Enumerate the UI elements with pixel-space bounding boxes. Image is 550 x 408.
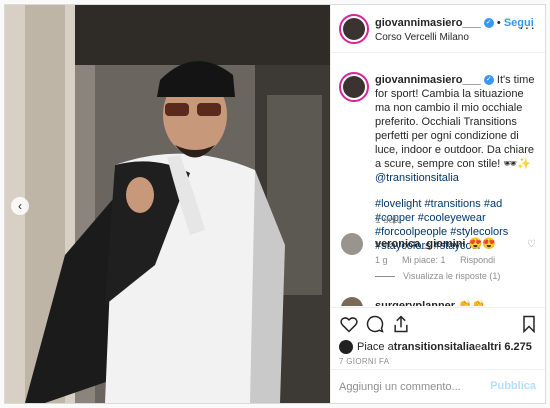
post-comment-button[interactable]: Pubblica (490, 380, 536, 392)
caption-verified-badge-icon: ✓ (483, 75, 494, 86)
comment-text: veronica_giomini 😍😍 (375, 237, 496, 250)
like-comment-heart-icon[interactable]: ♡ (527, 239, 536, 250)
more-options-icon[interactable]: ··· (519, 19, 536, 35)
share-icon[interactable] (391, 314, 411, 334)
save-bookmark-icon[interactable] (519, 314, 539, 334)
comment-item: veronica_giomini 😍😍 ♡ 1 g Mi piace: 1 Ri… (331, 231, 545, 291)
likes-summary[interactable]: Piace a transitionsitalia e altri 6.275 (339, 340, 532, 354)
post-photo[interactable]: ‹ (5, 5, 330, 403)
author-username[interactable]: giovannimasiero___ (375, 17, 481, 29)
commenter-avatar[interactable] (341, 297, 363, 306)
commenter-username[interactable]: veronica_giomini (375, 238, 465, 250)
likes-user[interactable]: transitionsitalia (394, 341, 475, 353)
comments-scroll-area[interactable]: giovannimasiero___ ✓ It's time for sport… (331, 63, 545, 306)
liker-avatar (339, 340, 353, 354)
comment-item: surgeryplanner 👏👏 (331, 295, 545, 306)
post-location[interactable]: Corso Vercelli Milano (375, 32, 469, 43)
post-actions: Piace a transitionsitalia e altri 6.275 … (331, 307, 545, 366)
view-replies-button[interactable]: Visualizza le risposte (1) (375, 271, 500, 281)
add-comment-area: Pubblica (331, 369, 545, 403)
reply-button[interactable]: Rispondi (460, 255, 495, 265)
comment-input[interactable] (339, 379, 489, 395)
author-avatar[interactable] (339, 14, 369, 44)
comment-body: 😍😍 (465, 238, 496, 250)
likes-prefix: Piace a (357, 341, 394, 353)
previous-photo-arrow-icon[interactable]: ‹ (11, 197, 29, 215)
post-header: giovannimasiero___ ✓ • Segui Corso Verce… (331, 5, 545, 53)
commenter-username[interactable]: surgeryplanner (375, 300, 455, 306)
comment-body: 👏👏 (455, 300, 486, 306)
comment-likes-count[interactable]: Mi piace: 1 (402, 255, 446, 265)
commenter-avatar[interactable] (341, 233, 363, 255)
caption-author-avatar[interactable] (339, 72, 369, 102)
verified-badge-icon: ✓ (483, 18, 494, 29)
caption-text: giovannimasiero___ ✓ It's time for sport… (375, 73, 541, 253)
post-date: 7 GIORNI FA (339, 357, 390, 366)
comment-age: 1 g (375, 255, 388, 265)
comment-text: surgeryplanner 👏👏 (375, 299, 486, 306)
author-line: giovannimasiero___ ✓ • Segui (375, 17, 534, 29)
caption-time-ago: 1 sett. (375, 215, 403, 226)
instagram-post-modal: ‹ giovannimasiero___ ✓ • Segui Corso Ver… (4, 4, 546, 404)
mention-link[interactable]: @transitionsitalia (375, 172, 459, 184)
separator-dot: • (496, 17, 501, 29)
caption-body: It's time for sport! Cambia la situazion… (375, 74, 535, 170)
photo-illustration (5, 5, 330, 403)
caption-username[interactable]: giovannimasiero___ (375, 74, 481, 86)
comment-bubble-icon[interactable] (365, 314, 385, 334)
likes-others[interactable]: altri 6.275 (481, 341, 532, 353)
like-heart-icon[interactable] (339, 314, 359, 334)
comment-meta: 1 g Mi piace: 1 Rispondi (375, 255, 507, 265)
post-sidebar: giovannimasiero___ ✓ • Segui Corso Verce… (330, 5, 545, 403)
